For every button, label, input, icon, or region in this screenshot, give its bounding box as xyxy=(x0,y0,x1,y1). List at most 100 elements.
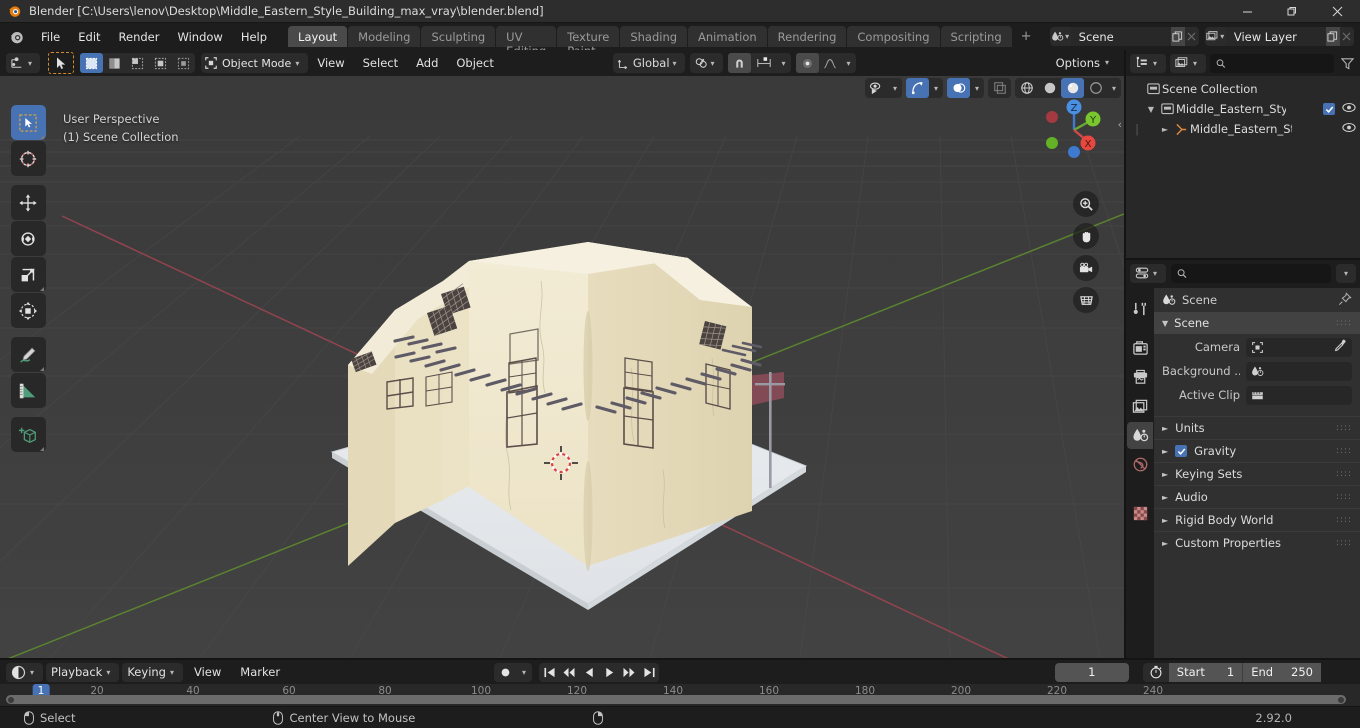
rigid-body-world-panel[interactable]: ► Rigid Body World :::: xyxy=(1154,508,1360,531)
show-overlays-icon[interactable] xyxy=(947,78,970,98)
scene-browse-icon[interactable]: ▾ xyxy=(1049,27,1071,46)
gravity-panel[interactable]: ► Gravity :::: xyxy=(1154,439,1360,462)
view-layer-name[interactable]: View Layer xyxy=(1225,27,1326,46)
texture-tab[interactable] xyxy=(1127,500,1153,527)
visibility-eye-icon[interactable] xyxy=(1342,122,1356,136)
wireframe-shading-icon[interactable] xyxy=(1015,78,1038,98)
stopwatch-icon[interactable] xyxy=(1143,663,1169,682)
gravity-checkbox[interactable] xyxy=(1175,445,1188,457)
tab-compositing[interactable]: Compositing xyxy=(847,26,940,47)
camera-field[interactable] xyxy=(1246,337,1352,357)
solid-shading-icon[interactable] xyxy=(1038,78,1061,98)
falloff-dropdown-arrow-icon[interactable]: ▾ xyxy=(842,53,856,73)
rendered-shading-icon[interactable] xyxy=(1084,78,1107,98)
transform-tool[interactable] xyxy=(10,293,46,328)
search-field[interactable] xyxy=(1230,56,1328,70)
falloff-curve-icon[interactable] xyxy=(819,53,842,73)
timeline-menu-marker[interactable]: Marker xyxy=(232,663,288,682)
close-button[interactable] xyxy=(1315,0,1360,23)
add-cube-tool[interactable] xyxy=(10,417,46,452)
area-splitter-timeline[interactable] xyxy=(0,658,1360,660)
move-tool[interactable] xyxy=(10,185,46,220)
visibility-dropdown-arrow-icon[interactable]: ▾ xyxy=(888,78,902,98)
viewport-sidebar-toggle-icon[interactable]: ‹ xyxy=(1118,118,1122,131)
render-tab[interactable] xyxy=(1127,335,1153,362)
view-layer-tab[interactable] xyxy=(1127,393,1153,420)
current-frame-field[interactable]: 1 xyxy=(1054,662,1129,682)
shading-dropdown-arrow-icon[interactable]: ▾ xyxy=(1107,78,1121,98)
outliner-search-input[interactable] xyxy=(1210,53,1334,73)
scene-panel-header[interactable]: ▼ Scene :::: xyxy=(1154,312,1360,334)
tab-rendering[interactable]: Rendering xyxy=(767,26,847,47)
editor-type-selector[interactable]: ▾ xyxy=(6,53,41,73)
playback-menu[interactable]: Playback ▾ xyxy=(46,662,120,682)
tweak-select-tool[interactable] xyxy=(10,105,46,140)
keying-sets-panel[interactable]: ► Keying Sets :::: xyxy=(1154,462,1360,485)
tab-shading[interactable]: Shading xyxy=(620,26,688,47)
tab-uv-editing[interactable]: UV Editing xyxy=(496,26,557,58)
record-icon[interactable] xyxy=(494,663,516,682)
outliner-row-object[interactable]: | ► Middle_Eastern_Style xyxy=(1126,119,1360,139)
snap-dropdown-arrow-icon[interactable]: ▾ xyxy=(777,53,791,73)
material-preview-shading-icon[interactable] xyxy=(1061,78,1084,98)
outliner-filter-scene-selector[interactable]: ▾ xyxy=(1170,53,1207,73)
timeline-editor-type-selector[interactable]: ▾ xyxy=(6,662,44,682)
jump-to-start-icon[interactable] xyxy=(539,663,559,682)
background-scene-field[interactable] xyxy=(1246,361,1352,381)
navigation-gizmo[interactable]: Z Y X xyxy=(1032,88,1104,160)
show-gizmo-icon[interactable] xyxy=(906,78,929,98)
pan-hand-icon[interactable] xyxy=(1073,223,1099,249)
eyedropper-icon[interactable] xyxy=(1334,339,1347,355)
scale-tool[interactable] xyxy=(10,257,46,292)
expander[interactable]: ► xyxy=(1158,125,1172,134)
filter-icon[interactable] xyxy=(1338,57,1356,70)
minimize-button[interactable] xyxy=(1225,0,1270,23)
auto-key-dropdown-arrow-icon[interactable]: ▾ xyxy=(516,663,532,682)
object-visibility-icon[interactable] xyxy=(865,78,888,98)
end-frame-field[interactable]: End 250 xyxy=(1242,662,1321,682)
tab-texture-paint[interactable]: Texture Paint xyxy=(557,26,620,58)
scene-selector[interactable]: ▾ Scene xyxy=(1049,27,1199,46)
extend-select-icon[interactable] xyxy=(103,53,126,73)
toggle-xray-icon[interactable] xyxy=(988,78,1011,98)
jump-to-end-icon[interactable] xyxy=(639,663,659,682)
3d-viewport[interactable]: User Perspective (1) Scene Collection Z … xyxy=(0,76,1124,658)
menu-window[interactable]: Window xyxy=(168,27,231,47)
maximize-button[interactable] xyxy=(1270,0,1315,23)
snap-pivot-selector[interactable]: ▾ xyxy=(689,53,723,73)
set-select-icon[interactable] xyxy=(80,53,104,73)
invert-select-icon[interactable] xyxy=(149,53,172,73)
properties-search-input[interactable] xyxy=(1171,263,1331,283)
subtract-select-icon[interactable] xyxy=(126,53,149,73)
view-layer-selector[interactable]: ▾ View Layer xyxy=(1204,27,1354,46)
properties-options-dropdown[interactable]: ▾ xyxy=(1336,263,1356,283)
jump-to-keyframe-next-icon[interactable] xyxy=(619,663,639,682)
new-view-layer-button[interactable] xyxy=(1325,27,1340,46)
delete-view-layer-button[interactable] xyxy=(1339,27,1354,46)
measure-tool[interactable] xyxy=(10,373,46,408)
timeline-ruler[interactable]: 20 40 60 80 100 120 140 160 180 200 220 … xyxy=(0,684,1360,706)
audio-panel[interactable]: ► Audio :::: xyxy=(1154,485,1360,508)
pin-icon[interactable] xyxy=(1338,291,1352,309)
tab-animation[interactable]: Animation xyxy=(688,26,767,47)
properties-panel[interactable]: Scene ▼ Scene :::: Camera Background ...… xyxy=(1154,288,1360,658)
search-field[interactable] xyxy=(1191,266,1325,280)
camera-view-icon[interactable] xyxy=(1073,255,1099,281)
menu-file[interactable]: File xyxy=(32,27,69,47)
transform-orientation-selector[interactable]: Global ▾ xyxy=(612,53,685,73)
viewport-options-button[interactable]: Options ▾ xyxy=(1047,53,1118,73)
world-tab[interactable] xyxy=(1127,451,1153,478)
rotate-tool[interactable] xyxy=(10,221,46,256)
units-panel[interactable]: ► Units :::: xyxy=(1154,416,1360,439)
viewport-menu-object[interactable]: Object xyxy=(447,53,502,73)
menu-render[interactable]: Render xyxy=(110,27,169,47)
timeline-menu-view[interactable]: View xyxy=(186,663,229,682)
start-frame-field[interactable]: Start 1 xyxy=(1168,662,1243,682)
tab-scripting[interactable]: Scripting xyxy=(940,26,1012,47)
proportional-edit-icon[interactable] xyxy=(795,53,819,73)
active-clip-field[interactable] xyxy=(1246,385,1352,405)
cursor-tool-header-icon[interactable] xyxy=(48,52,75,74)
area-splitter-horizontal[interactable] xyxy=(1126,258,1360,260)
properties-editor-type-selector[interactable]: ▾ xyxy=(1130,263,1167,283)
blender-menu-icon[interactable] xyxy=(6,26,28,48)
